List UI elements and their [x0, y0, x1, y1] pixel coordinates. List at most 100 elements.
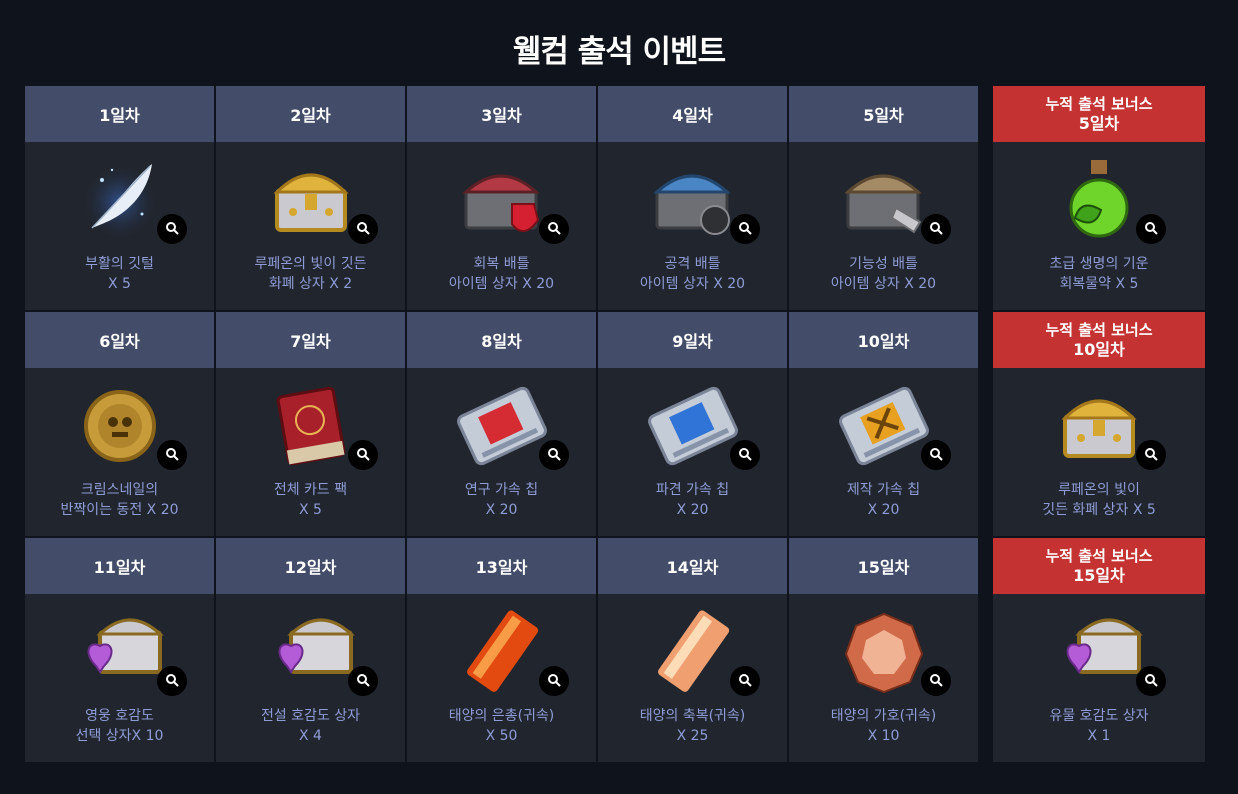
day-reward-cell: 13일차 태양의 은총(귀속) X 50 — [407, 538, 596, 762]
zoom-button[interactable] — [1136, 214, 1166, 244]
item-name: 전체 카드 팩 — [273, 482, 348, 498]
item-quantity: 화폐 상자 X 2 — [268, 276, 353, 292]
magnifier-icon — [356, 220, 370, 239]
item-description: 태양의 은총(귀속) X 50 — [407, 706, 596, 746]
zoom-button[interactable] — [538, 214, 569, 244]
blue-chest-icon — [652, 174, 731, 235]
item-quantity: 아이템 상자 X 20 — [639, 276, 746, 292]
red-crystal-icon — [466, 610, 538, 692]
item-image-area — [25, 368, 214, 480]
zoom-button[interactable] — [920, 440, 951, 470]
item-image-area — [407, 142, 596, 254]
item-name: 태양의 가호(귀속) — [830, 708, 937, 724]
item-quantity: 아이템 상자 X 20 — [830, 276, 937, 292]
heart-chest-icon — [1066, 618, 1143, 674]
zoom-button[interactable] — [347, 440, 378, 470]
bonus-day-label: 15일차 — [1073, 566, 1125, 585]
item-description: 루페온의 빛이 깃든 화폐 상자 X 5 — [993, 480, 1205, 520]
zoom-button[interactable] — [156, 440, 187, 470]
day-label: 8일차 — [407, 312, 596, 368]
item-image-area — [993, 142, 1205, 254]
item-name: 제작 가속 칩 — [846, 482, 921, 498]
day-reward-cell: 1일차 부활의 깃털 X 5 — [25, 86, 214, 310]
zoom-button[interactable] — [538, 666, 569, 696]
item-name: 기능성 배틀 — [849, 256, 918, 272]
day-reward-cell: 7일차 전체 카드 팩 X 5 — [216, 312, 405, 536]
item-image-area — [216, 368, 405, 480]
day-label: 9일차 — [598, 312, 787, 368]
day-label: 3일차 — [407, 86, 596, 142]
item-description: 회복 배틀 아이템 상자 X 20 — [407, 254, 596, 294]
zoom-button[interactable] — [729, 214, 760, 244]
potion-icon — [1069, 160, 1129, 238]
gold-chest-icon — [1061, 399, 1137, 458]
zoom-button[interactable] — [920, 214, 951, 244]
bonus-reward-column: 누적 출석 보너스 5일차 초급 생명의 기운 회복물약 X 5 누적 출석 보… — [993, 86, 1205, 762]
daily-reward-grid: 1일차 부활의 깃털 X 5 2일차 루페온의 빛이 깃든 화폐 상자 X 2 … — [25, 86, 978, 762]
item-name: 루페온의 빛이 깃든 — [254, 256, 367, 272]
research-chip-icon — [456, 386, 547, 466]
item-quantity: X 20 — [485, 502, 518, 518]
zoom-button[interactable] — [729, 440, 760, 470]
bonus-header: 누적 출석 보너스 5일차 — [993, 86, 1205, 142]
item-description: 공격 배틀 아이템 상자 X 20 — [598, 254, 787, 294]
gold-chest-icon — [272, 173, 349, 232]
day-reward-cell: 5일차 기능성 배틀 아이템 상자 X 20 — [789, 86, 978, 310]
item-quantity: 반짝이는 동전 X 20 — [60, 502, 179, 518]
day-label: 2일차 — [216, 86, 405, 142]
item-description: 크림스네일의 반짝이는 동전 X 20 — [25, 480, 214, 520]
day-label: 11일차 — [25, 538, 214, 594]
day-reward-cell: 12일차 전설 호감도 상자 X 4 — [216, 538, 405, 762]
dispatch-chip-icon — [647, 386, 738, 466]
day-reward-cell: 3일차 회복 배틀 아이템 상자 X 20 — [407, 86, 596, 310]
magnifier-icon — [356, 672, 370, 691]
bonus-title: 누적 출석 보너스 — [1045, 321, 1153, 339]
magnifier-icon — [547, 446, 561, 465]
magnifier-icon — [165, 220, 179, 239]
day-reward-cell: 11일차 영웅 호감도 선택 상자X 10 — [25, 538, 214, 762]
zoom-button[interactable] — [729, 666, 760, 696]
zoom-button[interactable] — [156, 666, 187, 696]
day-label: 7일차 — [216, 312, 405, 368]
day-label: 6일차 — [25, 312, 214, 368]
zoom-button[interactable] — [920, 666, 951, 696]
zoom-button[interactable] — [347, 214, 378, 244]
day-label: 13일차 — [407, 538, 596, 594]
item-quantity: X 4 — [299, 728, 322, 744]
bonus-header: 누적 출석 보너스 15일차 — [993, 538, 1205, 594]
item-quantity: 아이템 상자 X 20 — [448, 276, 555, 292]
day-reward-cell: 15일차 태양의 가호(귀속) X 10 — [789, 538, 978, 762]
day-label: 5일차 — [789, 86, 978, 142]
bonus-day-label: 5일차 — [1078, 114, 1120, 133]
heart-chest-icon — [86, 618, 164, 674]
day-label: 10일차 — [789, 312, 978, 368]
item-description: 루페온의 빛이 깃든 화폐 상자 X 2 — [216, 254, 405, 294]
day-reward-cell: 10일차 제작 가속 칩 X 20 — [789, 312, 978, 536]
orange-crystal-icon — [657, 610, 729, 692]
zoom-button[interactable] — [1136, 440, 1166, 470]
zoom-button[interactable] — [1136, 666, 1166, 696]
item-quantity: X 50 — [485, 728, 518, 744]
magnifier-icon — [738, 672, 752, 691]
magnifier-icon — [1144, 446, 1158, 465]
zoom-button[interactable] — [347, 666, 378, 696]
item-quantity: X 5 — [299, 502, 322, 518]
zoom-button[interactable] — [156, 214, 187, 244]
magnifier-icon — [547, 220, 561, 239]
day-label: 1일차 — [25, 86, 214, 142]
item-name: 초급 생명의 기운 — [1049, 256, 1149, 272]
item-quantity: X 20 — [676, 502, 709, 518]
bonus-reward-cell: 누적 출석 보너스 10일차 루페온의 빛이 깃든 화폐 상자 X 5 — [993, 312, 1205, 536]
day-label: 12일차 — [216, 538, 405, 594]
item-description: 태양의 가호(귀속) X 10 — [789, 706, 978, 746]
item-name: 연구 가속 칩 — [464, 482, 539, 498]
item-name: 루페온의 빛이 — [1058, 482, 1140, 498]
item-name: 회복 배틀 — [473, 256, 530, 272]
item-name: 태양의 축복(귀속) — [639, 708, 746, 724]
magnifier-icon — [547, 672, 561, 691]
item-description: 전설 호감도 상자 X 4 — [216, 706, 405, 746]
item-description: 전체 카드 팩 X 5 — [216, 480, 405, 520]
item-name: 공격 배틀 — [664, 256, 721, 272]
magnifier-icon — [738, 220, 752, 239]
zoom-button[interactable] — [538, 440, 569, 470]
